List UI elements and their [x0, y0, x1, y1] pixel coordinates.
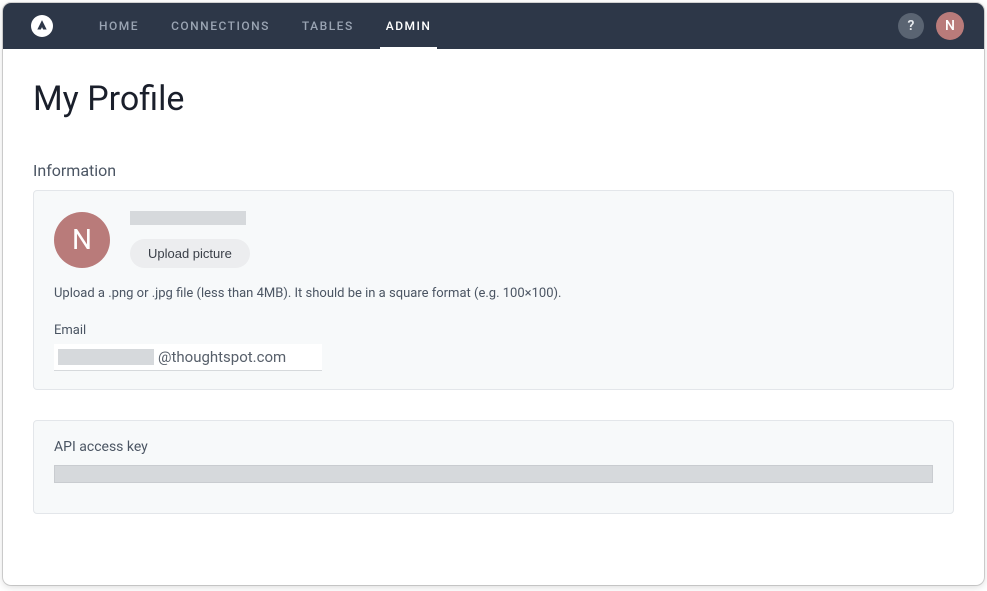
main-nav: HOME CONNECTIONS TABLES ADMIN [83, 3, 447, 49]
help-button[interactable]: ? [898, 13, 924, 39]
user-avatar[interactable]: N [936, 12, 964, 40]
email-field[interactable]: @thoughtspot.com [54, 344, 322, 371]
upload-hint: Upload a .png or .jpg file (less than 4M… [54, 286, 933, 301]
help-icon: ? [908, 18, 915, 34]
email-domain: @thoughtspot.com [158, 348, 286, 366]
avatar-initial: N [945, 18, 955, 34]
information-card: N Upload picture Upload a .png or .jpg f… [33, 190, 954, 390]
section-title-information: Information [33, 161, 954, 180]
email-label: Email [54, 323, 933, 338]
upload-picture-button[interactable]: Upload picture [130, 239, 250, 268]
nav-connections[interactable]: CONNECTIONS [155, 3, 286, 49]
logo-icon [35, 19, 49, 33]
api-key-value-redacted[interactable] [54, 465, 933, 483]
nav-admin[interactable]: ADMIN [370, 3, 448, 49]
page-title: My Profile [33, 79, 954, 119]
email-local-redacted [58, 349, 154, 365]
profile-avatar: N [54, 212, 110, 268]
top-nav-bar: HOME CONNECTIONS TABLES ADMIN ? N [3, 3, 984, 49]
profile-avatar-initial: N [72, 223, 92, 256]
nav-tables[interactable]: TABLES [286, 3, 370, 49]
nav-home[interactable]: HOME [83, 3, 155, 49]
profile-name-redacted [130, 211, 246, 225]
api-key-card: API access key [33, 420, 954, 514]
api-key-label: API access key [54, 439, 933, 455]
page-content: My Profile Information N Upload picture … [3, 49, 984, 585]
app-logo[interactable] [31, 15, 53, 37]
